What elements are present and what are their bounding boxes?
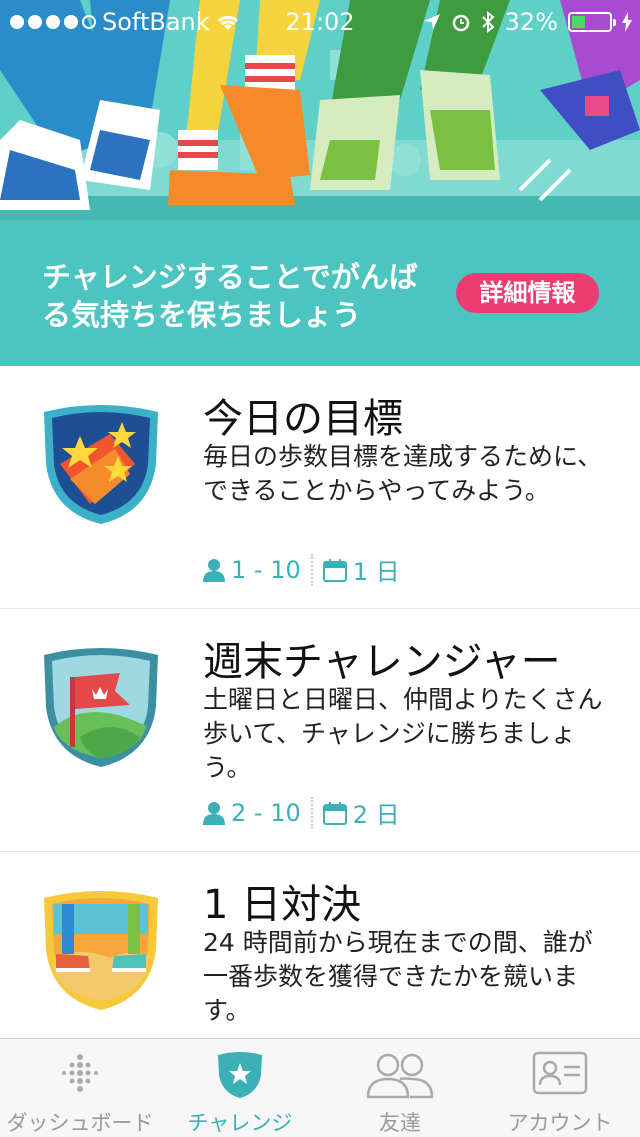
challenge-meta: 1 - 10 1 日	[203, 552, 400, 587]
challenge-meta: 2 - 10 2 日	[203, 795, 400, 830]
tab-label: チャレンジ	[187, 1111, 293, 1135]
dots-grid-icon	[62, 1054, 98, 1092]
tab-dashboard[interactable]: ダッシュボード	[0, 1039, 160, 1137]
tab-friends[interactable]: 友達	[320, 1039, 480, 1137]
stars-badge-icon	[44, 405, 158, 524]
id-card-icon	[532, 1051, 588, 1095]
calendar-icon	[322, 558, 347, 582]
challenge-item-daily-goal[interactable]: 今日の目標 毎日の歩数目標を達成するために、できることからやってみよう。 1 -…	[0, 366, 640, 609]
tab-account[interactable]: アカウント	[480, 1039, 640, 1137]
flag-badge-icon	[44, 648, 158, 767]
tab-label: 友達	[379, 1111, 421, 1135]
participants-count: 2 - 10	[231, 798, 301, 827]
participants-count: 1 - 10	[231, 555, 301, 584]
location-arrow-icon	[423, 14, 440, 30]
tab-label: アカウント	[507, 1111, 613, 1135]
challenge-description: 毎日の歩数目標を達成するために、できることからやってみよう。	[203, 442, 603, 505]
person-icon	[203, 801, 225, 825]
sneakers-badge-icon	[44, 891, 158, 1010]
challenge-title: 週末チャレンジャー	[203, 639, 561, 685]
challenge-description: 土曜日と日曜日、仲間よりたくさん歩いて、チャレンジに勝ちましょう。	[203, 685, 603, 782]
star-shield-icon	[218, 1052, 262, 1098]
duration-days: 2 日	[352, 801, 400, 829]
tab-challenges[interactable]: チャレンジ	[160, 1039, 320, 1137]
challenge-description: 24 時間前から現在までの間、誰が一番歩数を獲得できたかを競います。	[203, 928, 593, 1025]
calendar-icon	[322, 801, 347, 825]
bluetooth-icon	[481, 11, 495, 33]
more-info-button[interactable]: 詳細情報	[456, 273, 599, 313]
battery-icon	[568, 12, 616, 32]
tab-label: ダッシュボード	[6, 1111, 154, 1135]
friends-icon	[366, 1053, 434, 1099]
challenge-title: 今日の目標	[203, 396, 403, 442]
challenge-item-weekend-warrior[interactable]: 週末チャレンジャー 土曜日と日曜日、仲間よりたくさん歩いて、チャレンジに勝ちまし…	[0, 609, 640, 852]
challenge-title: 1 日対決	[203, 882, 362, 928]
challenge-list: 今日の目標 毎日の歩数目標を達成するために、できることからやってみよう。 1 -…	[0, 366, 640, 1038]
tab-bar: ダッシュボード チャレンジ 友達 アカウント	[0, 1038, 640, 1137]
challenge-item-daily-showdown[interactable]: 1 日対決 24 時間前から現在までの間、誰が一番歩数を獲得できたかを競います。	[0, 852, 640, 1038]
status-bar: SoftBank 21:02 32%	[0, 0, 640, 40]
alarm-icon	[452, 14, 469, 32]
charging-icon	[622, 12, 632, 32]
battery-percent: 32%	[504, 8, 558, 36]
person-icon	[203, 558, 225, 582]
duration-days: 1 日	[352, 558, 400, 586]
promo-text: チャレンジすることでがんばる気持ちを保ちましょう	[42, 260, 418, 332]
promo-banner: チャレンジすることでがんばる気持ちを保ちましょう 詳細情報	[0, 0, 640, 366]
